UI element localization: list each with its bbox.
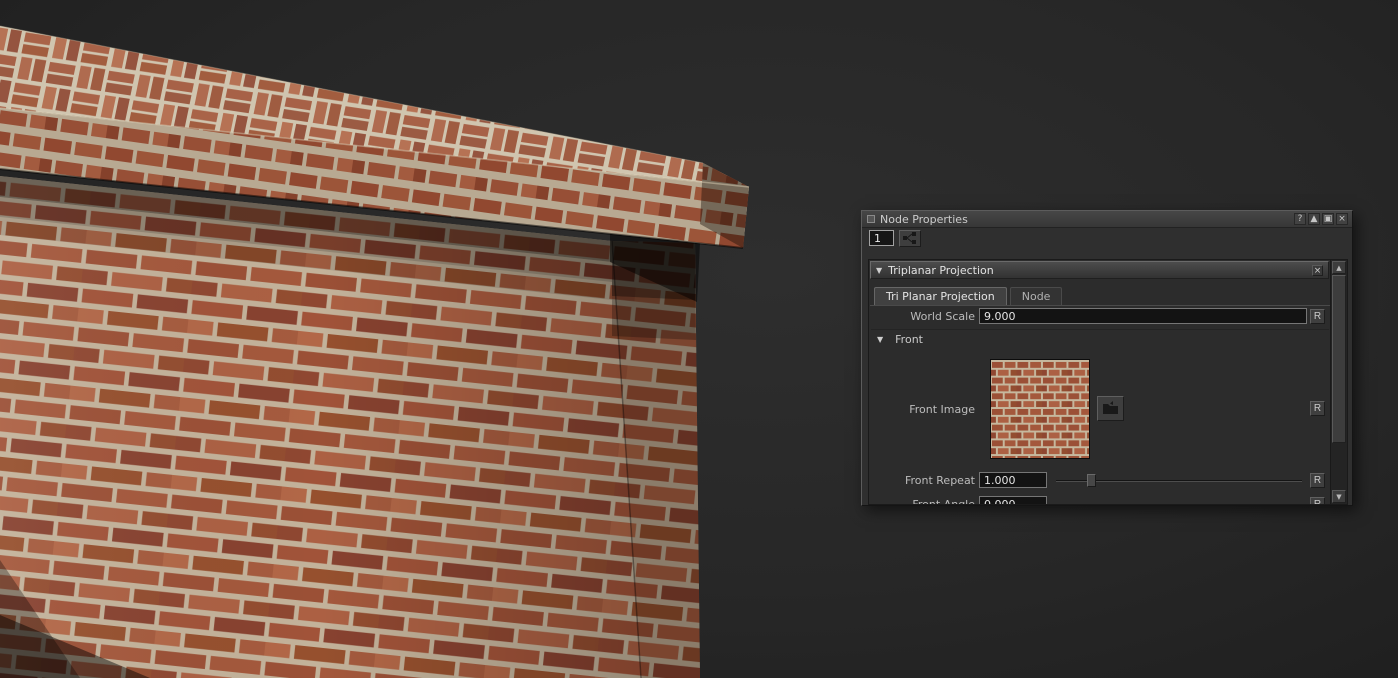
folder-open-icon (1102, 400, 1119, 415)
vertical-scrollbar[interactable]: ▲ ▼ (1330, 260, 1347, 504)
front-angle-reset-button[interactable]: R (1310, 497, 1325, 505)
node-properties-panel: Node Properties ? ▲ ▣ × ▼ Triplanar Proj… (861, 210, 1353, 506)
node-header-title: Triplanar Projection (888, 264, 994, 277)
panel-titlebar[interactable]: Node Properties ? ▲ ▣ × (862, 211, 1352, 228)
panel-grip-icon (867, 215, 875, 223)
front-repeat-slider[interactable] (1056, 474, 1302, 487)
node-close-icon[interactable]: × (1312, 265, 1323, 276)
front-repeat-slider-handle[interactable] (1087, 474, 1096, 487)
front-angle-label: Front Angle (912, 498, 975, 505)
tab-tri-planar-projection[interactable]: Tri Planar Projection (874, 287, 1007, 306)
tab-node[interactable]: Node (1010, 287, 1063, 306)
world-scale-reset-button[interactable]: R (1310, 309, 1325, 324)
scroll-up-icon[interactable]: ▲ (1332, 261, 1346, 274)
front-repeat-input[interactable] (979, 472, 1047, 488)
world-scale-label: World Scale (910, 310, 975, 323)
front-angle-input[interactable] (979, 496, 1047, 505)
brick-wall-render (0, 0, 760, 678)
scrollbar-thumb[interactable] (1332, 275, 1346, 443)
node-header[interactable]: ▼ Triplanar Projection × (870, 261, 1329, 279)
section-divider (871, 329, 1329, 330)
triangle-down-icon[interactable]: ▼ (876, 266, 882, 275)
node-edit-button[interactable] (899, 230, 921, 247)
front-repeat-reset-button[interactable]: R (1310, 473, 1325, 488)
front-section-label: Front (895, 333, 923, 346)
front-repeat-label: Front Repeat (905, 474, 975, 487)
properties-area: ▼ Triplanar Projection × Tri Planar Proj… (868, 259, 1348, 505)
close-icon[interactable]: × (1336, 213, 1348, 225)
front-image-label: Front Image (909, 403, 975, 416)
front-image-thumbnail[interactable] (990, 359, 1090, 459)
triangle-down-icon: ▼ (877, 335, 883, 344)
screenshot-root: Node Properties ? ▲ ▣ × ▼ Triplanar Proj… (0, 0, 1398, 678)
panel-title: Node Properties (880, 213, 968, 226)
help-icon[interactable]: ? (1294, 213, 1306, 225)
dock-icon[interactable]: ▣ (1322, 213, 1334, 225)
node-index-input[interactable] (869, 230, 894, 246)
tab-bar: Tri Planar Projection Node (874, 287, 1062, 306)
world-scale-input[interactable] (979, 308, 1307, 324)
tab-baseline (870, 305, 1330, 306)
scroll-down-icon[interactable]: ▼ (1332, 490, 1346, 503)
front-section-header[interactable]: ▼ Front (877, 333, 923, 346)
collapse-icon[interactable]: ▲ (1308, 213, 1320, 225)
front-image-reset-button[interactable]: R (1310, 401, 1325, 416)
node-graph-icon (903, 232, 917, 244)
load-image-button[interactable] (1097, 396, 1124, 421)
